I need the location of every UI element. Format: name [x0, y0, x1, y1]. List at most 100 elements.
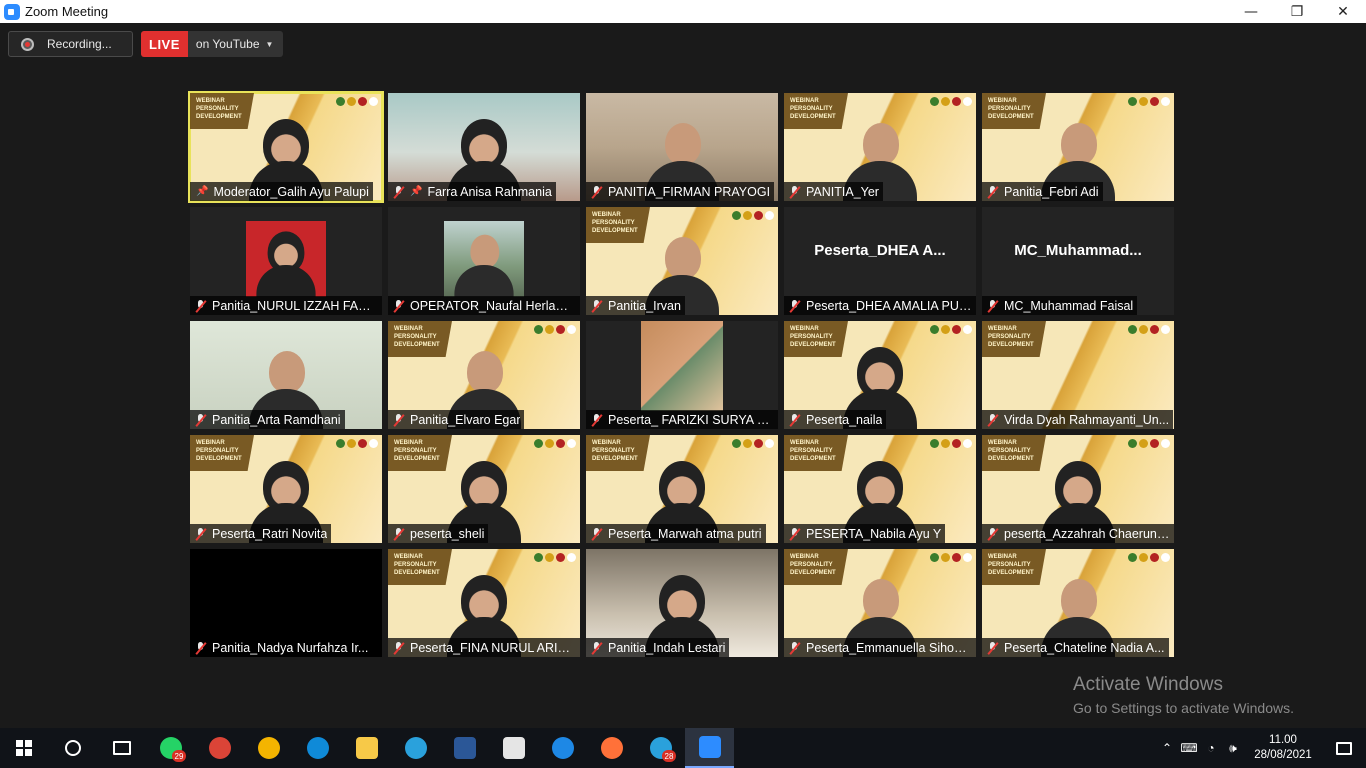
volume-icon[interactable]: 🕪 [1222, 728, 1244, 768]
sponsor-logos [1128, 553, 1170, 562]
participant-name: Peserta_naila [806, 412, 883, 427]
taskbar-internet-explorer-button[interactable] [538, 728, 587, 768]
file-explorer-icon [355, 737, 378, 759]
participant-name: Peserta_Chateline Nadia A... [1004, 640, 1165, 655]
search-icon [64, 740, 81, 756]
taskbar-zoom-button[interactable] [685, 728, 734, 768]
participant-tile[interactable]: Panitia_Febri Adi [982, 93, 1174, 201]
participant-name-label: Panitia_Arta Ramdhani [190, 410, 345, 429]
taskbar-telegram-button[interactable] [391, 728, 440, 768]
taskbar-chrome-button[interactable] [244, 728, 293, 768]
mic-muted-icon [592, 413, 602, 426]
taskbar-file-explorer-button[interactable] [342, 728, 391, 768]
participant-name-label: PESERTA_Nabila Ayu Y [784, 524, 946, 543]
participant-tile[interactable]: Panitia_Arta Ramdhani [190, 321, 382, 429]
participant-name: Peserta_Emmanuella Sihom... [806, 640, 972, 655]
watermark-title: Activate Windows [1073, 674, 1223, 695]
participant-name: Virda Dyah Rahmayanti_Un... [1004, 412, 1170, 427]
mic-muted-icon [790, 413, 800, 426]
mic-muted-icon [592, 185, 602, 198]
live-stream-indicator[interactable]: LIVE on YouTube ▼ [141, 31, 284, 57]
firefox-icon [600, 737, 623, 759]
close-button[interactable]: ✕ [1320, 0, 1366, 23]
participant-tile[interactable]: PANITIA_FIRMAN PRAYOGI [586, 93, 778, 201]
participant-name-label: OPERATOR_Naufal Herlam... [388, 296, 580, 315]
participant-tile[interactable]: Peserta_ FARIZKI SURYA PU... [586, 321, 778, 429]
participant-name-label: Peserta_naila [784, 410, 887, 429]
pin-icon: 📌 [196, 186, 209, 197]
participant-tile[interactable]: Peserta_Emmanuella Sihom... [784, 549, 976, 657]
mic-muted-icon [988, 641, 998, 654]
mic-muted-icon [196, 299, 206, 312]
participant-name: Peserta_Marwah atma putri [608, 526, 762, 541]
taskbar-store-button[interactable] [489, 728, 538, 768]
start-button[interactable] [0, 728, 48, 768]
participant-name: PANITIA_FIRMAN PRAYOGI [608, 184, 771, 199]
participant-tile[interactable]: peserta_sheli [388, 435, 580, 543]
video-gallery: 📌 Moderator_Galih Ayu Palupi 📌 Farra Anisa … [188, 91, 1176, 657]
participant-tile[interactable]: Peserta_Chateline Nadia A... [982, 549, 1174, 657]
notification-badge: 29 [172, 750, 186, 762]
participant-tile[interactable]: peserta_Azzahrah Chaeruni... [982, 435, 1174, 543]
participant-tile[interactable]: MC_Muhammad... MC_Muhammad Faisal [982, 207, 1174, 315]
participant-name-label: PANITIA_FIRMAN PRAYOGI [586, 182, 775, 201]
taskbar-edge-button[interactable] [293, 728, 342, 768]
notification-icon [1336, 741, 1352, 755]
participant-name: Peserta_DHEA AMALIA PUS... [806, 298, 972, 313]
participant-tile[interactable]: 📌 Farra Anisa Rahmania [388, 93, 580, 201]
participant-tile[interactable]: Panitia_Irvan [586, 207, 778, 315]
maximize-button[interactable]: ❐ [1274, 0, 1320, 23]
system-tray: ⌃ ⌨ ◔ 🕪 11.00 28/08/2021 [1156, 728, 1366, 768]
participant-name-label: Virda Dyah Rahmayanti_Un... [982, 410, 1174, 429]
participant-tile[interactable]: Peserta_Ratri Novita [190, 435, 382, 543]
record-icon [21, 37, 34, 51]
mic-muted-icon [988, 413, 998, 426]
participant-tile[interactable]: Peserta_DHEA A... Peserta_DHEA AMALIA PUS… [784, 207, 976, 315]
participant-name-label: peserta_Azzahrah Chaeruni... [982, 524, 1174, 543]
taskbar-telegram-button[interactable]: 28 [636, 728, 685, 768]
mic-muted-icon [592, 299, 602, 312]
taskbar-search-button[interactable] [48, 728, 97, 768]
taskbar-whatsapp-button[interactable]: 29 [146, 728, 195, 768]
mic-muted-icon [592, 527, 602, 540]
participant-tile[interactable]: Panitia_NURUL IZZAH FAUZ... [190, 207, 382, 315]
participant-tile[interactable]: Panitia_Indah Lestari [586, 549, 778, 657]
recording-indicator[interactable]: Recording... [8, 31, 133, 57]
participant-tile[interactable]: PANITIA_Yer [784, 93, 976, 201]
minimize-button[interactable]: — [1228, 0, 1274, 23]
participant-tile[interactable]: Virda Dyah Rahmayanti_Un... [982, 321, 1174, 429]
word-icon [453, 737, 476, 759]
participant-name: Panitia_Arta Ramdhani [212, 412, 341, 427]
participant-name-label: Peserta_Ratri Novita [190, 524, 332, 543]
sponsor-logos [930, 439, 972, 448]
clock[interactable]: 11.00 28/08/2021 [1244, 733, 1322, 763]
taskbar-task-view-button[interactable] [97, 728, 146, 768]
zoom-app-icon [4, 3, 20, 20]
participant-tile[interactable]: Peserta_Marwah atma putri [586, 435, 778, 543]
input-method-icon[interactable]: ⌨ [1178, 728, 1200, 768]
participant-name: Panitia_Febri Adi [1004, 184, 1099, 199]
live-destination-dropdown[interactable]: on YouTube ▼ [187, 31, 284, 57]
participant-tile[interactable]: PESERTA_Nabila Ayu Y [784, 435, 976, 543]
participant-tile[interactable]: Peserta_naila [784, 321, 976, 429]
participant-tile[interactable]: Peserta_FINA NURUL ARIFAH [388, 549, 580, 657]
chrome-icon [257, 737, 280, 759]
mic-muted-icon [988, 185, 998, 198]
chrome-icon [208, 737, 231, 759]
participant-name-label: 📌 Farra Anisa Rahmania [388, 182, 556, 201]
participant-tile[interactable]: OPERATOR_Naufal Herlam... [388, 207, 580, 315]
participant-name-label: Panitia_Nadya Nurfahza Ir... [190, 638, 373, 657]
participant-tile[interactable]: Panitia_Nadya Nurfahza Ir... [190, 549, 382, 657]
sponsor-logos [930, 553, 972, 562]
taskbar-word-button[interactable] [440, 728, 489, 768]
taskbar-firefox-button[interactable] [587, 728, 636, 768]
taskbar-chrome-button[interactable] [195, 728, 244, 768]
wifi-icon[interactable]: ◔ [1200, 728, 1222, 768]
participant-name-label: Panitia_NURUL IZZAH FAUZ... [190, 296, 382, 315]
participant-tile[interactable]: 📌 Moderator_Galih Ayu Palupi [188, 91, 384, 203]
profile-picture [641, 321, 723, 411]
participant-tile[interactable]: Panitia_Elvaro Egar [388, 321, 580, 429]
sponsor-logos [1128, 325, 1170, 334]
show-hidden-icons-icon[interactable]: ⌃ [1156, 728, 1178, 768]
notifications-button[interactable] [1322, 728, 1366, 768]
